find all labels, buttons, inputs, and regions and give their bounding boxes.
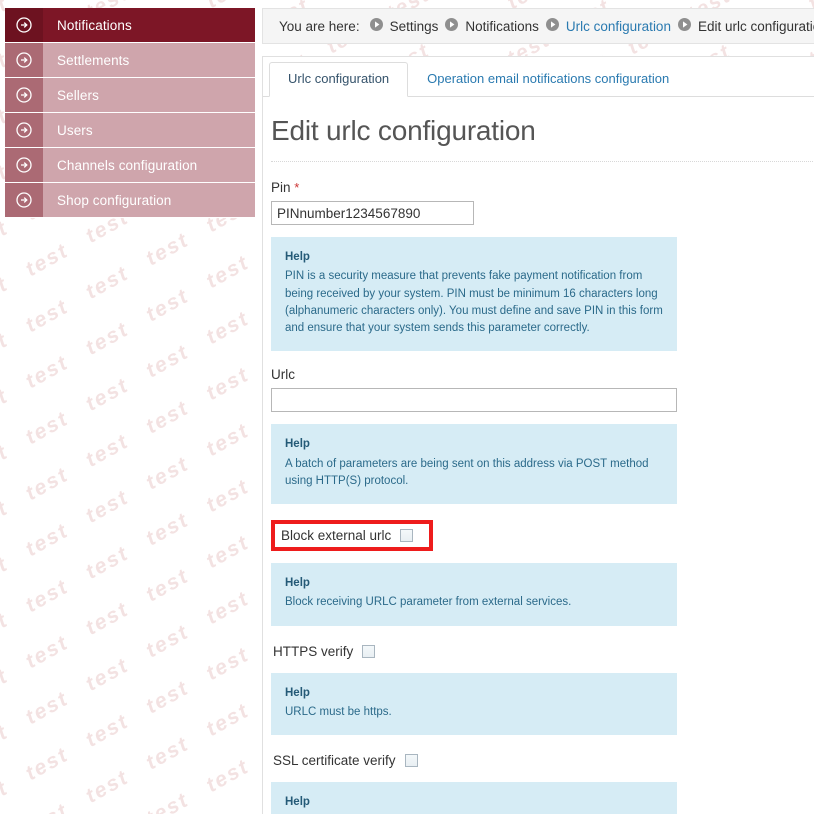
- sidebar-item-label: Settlements: [57, 52, 130, 68]
- block-external-urlc-help-box: Help Block receiving URLC parameter from…: [271, 563, 677, 626]
- sidebar-item-shop-configuration[interactable]: Shop configuration: [5, 183, 255, 218]
- block-external-urlc-highlight: Block external urlc: [271, 520, 434, 551]
- pin-label: Pin *: [271, 180, 814, 195]
- https-verify-row: HTTPS verify: [271, 642, 814, 661]
- breadcrumb-item-2[interactable]: Urlc configuration: [566, 19, 671, 34]
- urlc-configuration-form: Pin * Help PIN is a security measure tha…: [263, 162, 814, 814]
- breadcrumb-item-3: Edit urlc configuration: [697, 19, 814, 34]
- sidebar-item-label: Sellers: [57, 87, 99, 103]
- block-external-urlc-row: Block external urlc: [271, 520, 814, 551]
- ssl-certificate-verify-checkbox[interactable]: [404, 754, 418, 767]
- tab-operation-email-notifications-configuration[interactable]: Operation email notifications configurat…: [408, 62, 688, 97]
- https-verify-help-box: Help URLC must be https.: [271, 672, 677, 735]
- ssl-certificate-verify-control[interactable]: SSL certificate verify: [271, 751, 420, 770]
- pin-help-text: PIN is a security measure that prevents …: [285, 270, 663, 334]
- block-external-urlc-control[interactable]: Block external urlc: [279, 526, 415, 545]
- content-panel: Urlc configuration Operation email notifi…: [262, 56, 814, 814]
- sidebar-item-users[interactable]: Users: [5, 113, 255, 148]
- https-verify-control[interactable]: HTTPS verify: [271, 642, 377, 661]
- breadcrumb-item-0: Settings: [389, 19, 439, 34]
- breadcrumb-items: Settings Notifications Urlc configuration E…: [363, 18, 814, 34]
- sidebar-item-label: Shop configuration: [57, 192, 172, 208]
- circle-play-icon: [445, 18, 459, 31]
- pin-input[interactable]: [271, 201, 474, 225]
- sidebar-item-sellers[interactable]: Sellers: [5, 78, 255, 113]
- block-external-urlc-help-text: Block receiving URLC parameter from exte…: [285, 596, 572, 609]
- sidebar-nav: Notifications Settlements Sellers Users Chan…: [5, 8, 255, 218]
- circle-arrow-icon: [5, 78, 43, 112]
- circle-arrow-icon: [5, 113, 43, 147]
- ssl-certificate-verify-label: SSL certificate verify: [273, 753, 396, 768]
- tab-urlc-configuration[interactable]: Urlc configuration: [269, 62, 409, 97]
- pin-help-box: Help PIN is a security measure that prev…: [271, 237, 677, 352]
- sidebar-item-label: Notifications: [57, 17, 132, 33]
- pin-help-title: Help: [285, 251, 310, 263]
- https-verify-help-text: URLC must be https.: [285, 705, 392, 718]
- block-external-urlc-checkbox[interactable]: [400, 529, 414, 542]
- circle-arrow-icon: [5, 148, 43, 182]
- circle-arrow-icon: [5, 183, 43, 217]
- app-root: test test test test test test test test …: [0, 0, 814, 814]
- urlc-help-box: Help A batch of parameters are being sen…: [271, 424, 677, 504]
- https-verify-checkbox[interactable]: [362, 644, 376, 658]
- block-external-urlc-label: Block external urlc: [281, 528, 392, 543]
- circle-arrow-icon: [5, 43, 43, 77]
- https-verify-help-title: Help: [285, 686, 310, 699]
- ssl-certificate-verify-help-title: Help: [285, 796, 310, 808]
- ssl-certificate-verify-help-box: Help We will be verify SSL certificates …: [271, 782, 677, 814]
- tab-bar: Urlc configuration Operation email notifi…: [263, 57, 814, 97]
- breadcrumb-prefix: You are here:: [279, 18, 360, 34]
- urlc-input[interactable]: [271, 388, 677, 413]
- circle-arrow-icon: [5, 8, 43, 42]
- pin-required-marker: *: [294, 180, 300, 195]
- urlc-label: Urlc: [271, 367, 295, 383]
- circle-play-icon: [545, 18, 559, 31]
- urlc-help-title: Help: [285, 438, 310, 451]
- pin-label-text: Pin: [271, 180, 291, 195]
- breadcrumb-item-1: Notifications: [465, 19, 539, 34]
- https-verify-label: HTTPS verify: [273, 643, 354, 659]
- circle-play-icon: [369, 18, 383, 31]
- sidebar-item-label: Users: [57, 122, 93, 138]
- sidebar-item-label: Channels configuration: [57, 157, 198, 173]
- circle-play-icon: [677, 18, 691, 31]
- urlc-help-text: A batch of parameters are being sent on …: [285, 457, 649, 487]
- page-title: Edit urlc configuration: [271, 115, 536, 146]
- ssl-certificate-verify-row: SSL certificate verify: [271, 751, 814, 770]
- sidebar-item-settlements[interactable]: Settlements: [5, 43, 255, 78]
- sidebar-item-notifications[interactable]: Notifications: [5, 8, 255, 43]
- block-external-urlc-help-title: Help: [285, 577, 310, 589]
- breadcrumb: You are here: Settings Notifications Urlc …: [262, 8, 814, 44]
- sidebar-item-channels-configuration[interactable]: Channels configuration: [5, 148, 255, 183]
